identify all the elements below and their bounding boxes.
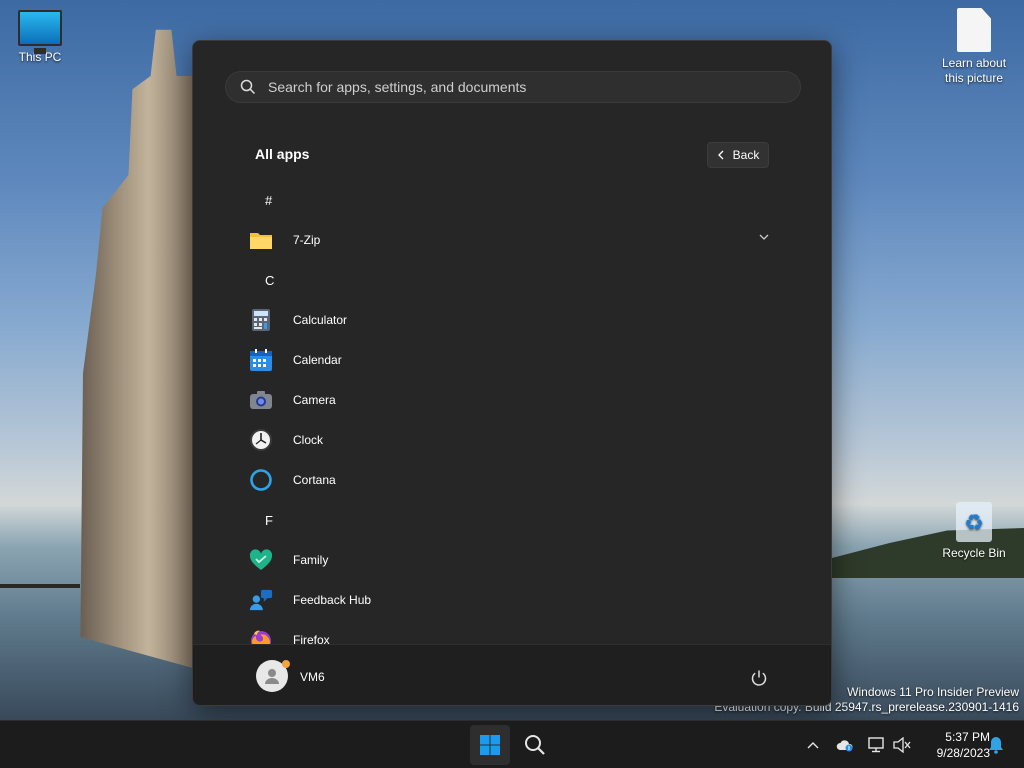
desktop-icon-this-pc[interactable]: This PC <box>0 10 80 65</box>
app-item-label: Calculator <box>293 313 348 327</box>
cloud-info-icon <box>836 740 853 752</box>
calculator-icon <box>249 308 273 332</box>
taskbar-search-button[interactable] <box>515 725 555 765</box>
camera-icon <box>249 388 273 412</box>
bell-icon <box>989 737 1003 754</box>
app-item-camera[interactable]: Camera <box>249 380 779 420</box>
app-item-calendar[interactable]: Calendar <box>249 340 779 380</box>
notification-dot <box>282 660 290 668</box>
clock-icon <box>249 428 273 452</box>
network-tray-button[interactable] <box>867 735 887 755</box>
app-item-firefox[interactable]: Firefox <box>249 620 779 644</box>
notification-center-button[interactable] <box>986 735 1006 755</box>
app-item-label: Camera <box>293 393 336 407</box>
desktop-icon-recycle-bin[interactable]: ♻ Recycle Bin <box>934 502 1014 561</box>
app-item-label: Cortana <box>293 473 336 487</box>
app-item-7-zip[interactable]: 7-Zip <box>249 220 779 260</box>
app-item-calculator[interactable]: Calculator <box>249 300 779 340</box>
power-button[interactable] <box>745 664 773 692</box>
desktop-icon-label: this picture <box>944 71 1004 85</box>
recycle-bin-icon: ♻ <box>956 502 992 542</box>
volume-muted-icon <box>893 737 911 753</box>
desktop-icon-label: Learn about <box>941 56 1007 70</box>
back-button[interactable]: Back <box>707 142 769 168</box>
wallpaper-tower <box>80 29 200 670</box>
start-menu-footer: VM6 <box>193 644 831 705</box>
all-apps-title: All apps <box>255 146 310 162</box>
family-heart-icon <box>249 548 273 572</box>
clock-date: 9/28/2023 <box>936 746 990 760</box>
search-input[interactable] <box>268 79 768 95</box>
feedback-hub-icon <box>249 588 273 612</box>
search-icon <box>240 79 256 95</box>
network-icon <box>868 737 884 753</box>
taskbar: 5:37 PM 9/28/2023 <box>0 720 1024 768</box>
volume-tray-button[interactable] <box>892 735 912 755</box>
desktop-icon-learn-about-picture[interactable]: Learn about this picture <box>934 8 1014 86</box>
start-button[interactable] <box>470 725 510 765</box>
monitor-icon <box>18 10 62 54</box>
all-apps-list[interactable]: # 7-Zip C Calculator Calendar Camera Clo… <box>193 180 831 644</box>
letter-header-c[interactable]: C <box>249 260 779 300</box>
app-item-family[interactable]: Family <box>249 540 779 580</box>
document-icon <box>957 8 991 52</box>
app-item-label: Clock <box>293 433 324 447</box>
search-box[interactable] <box>225 71 801 103</box>
cortana-icon <box>249 468 273 492</box>
desktop-icon-label: Recycle Bin <box>942 546 1006 560</box>
calendar-icon <box>249 348 273 372</box>
app-item-label: Calendar <box>293 353 342 367</box>
user-avatar[interactable] <box>256 660 290 692</box>
app-item-label: Feedback Hub <box>293 593 372 607</box>
search-icon <box>525 735 545 755</box>
windows-logo-icon <box>480 735 500 755</box>
letter-header-label: F <box>265 512 273 528</box>
power-icon <box>751 670 767 686</box>
chevron-down-icon[interactable] <box>759 233 769 241</box>
app-item-cortana[interactable]: Cortana <box>249 460 779 500</box>
app-item-clock[interactable]: Clock <box>249 420 779 460</box>
letter-header-f[interactable]: F <box>249 500 779 540</box>
letter-header-hash[interactable]: # <box>249 180 779 220</box>
letter-header-label: C <box>265 272 275 288</box>
chevron-left-icon <box>717 150 724 160</box>
show-hidden-icons-button[interactable] <box>803 735 823 755</box>
back-button-label: Back <box>732 148 760 162</box>
app-item-label: Firefox <box>293 633 330 644</box>
chevron-up-icon <box>807 742 819 749</box>
taskbar-clock[interactable]: 5:37 PM 9/28/2023 <box>920 729 990 761</box>
user-icon <box>265 669 279 684</box>
letter-header-label: # <box>265 192 273 208</box>
app-item-label: 7-Zip <box>293 233 321 247</box>
firefox-icon <box>249 628 273 644</box>
app-item-label: Family <box>293 553 329 567</box>
start-menu: All apps Back # 7-Zip C <box>192 40 832 706</box>
clock-time: 5:37 PM <box>945 730 990 744</box>
app-item-feedback-hub[interactable]: Feedback Hub <box>249 580 779 620</box>
folder-icon <box>249 228 273 252</box>
onedrive-tray-button[interactable] <box>835 735 855 755</box>
wallpaper-pier <box>0 584 80 624</box>
user-name[interactable]: VM6 <box>300 670 325 684</box>
